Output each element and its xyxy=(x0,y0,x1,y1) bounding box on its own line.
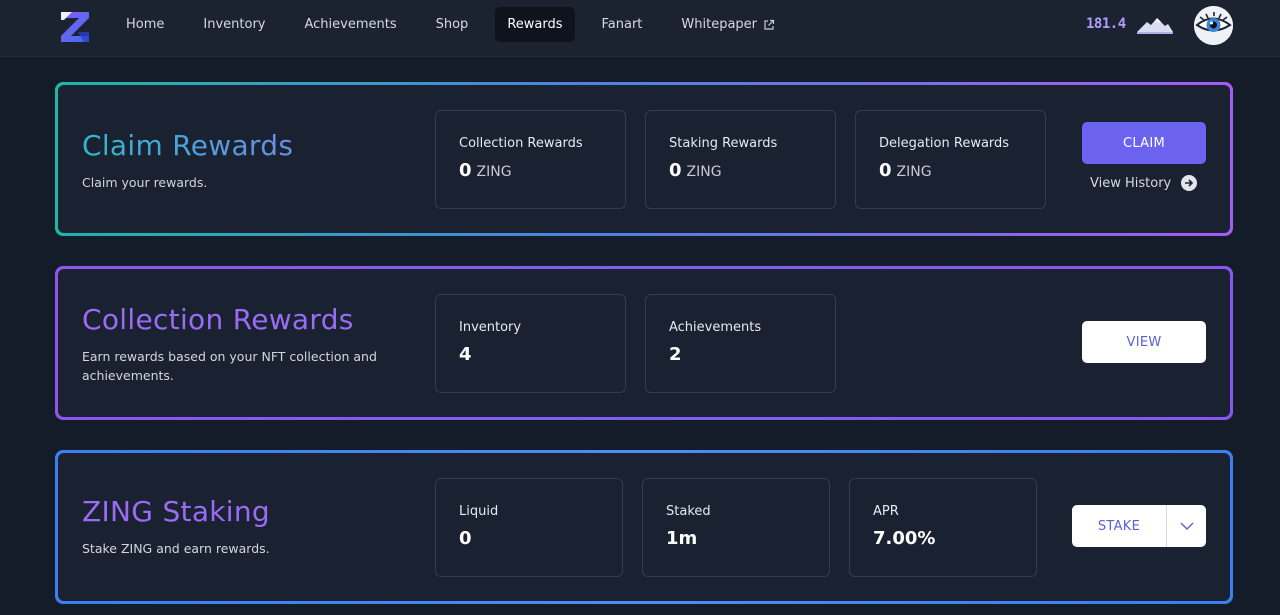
stat-number: 0 xyxy=(459,160,472,181)
nav-fanart-label: Fanart xyxy=(601,17,643,32)
view-button[interactable]: VIEW xyxy=(1082,321,1206,363)
claim-rewards-title: Claim Rewards xyxy=(82,129,294,162)
apr-stat: APR 7.00% xyxy=(849,478,1037,577)
claim-rewards-card: Claim Rewards Claim your rewards. Collec… xyxy=(55,82,1233,236)
stat-number: 0 xyxy=(669,160,682,181)
external-link-icon xyxy=(764,19,775,30)
achievements-stat: Achievements 2 xyxy=(645,294,836,393)
liquid-stat: Liquid 0 xyxy=(435,478,623,577)
nav-rewards-label: Rewards xyxy=(507,17,563,32)
stat-value: 0 xyxy=(459,528,472,549)
stat-label: Liquid xyxy=(459,504,499,519)
stat-unit: ZING xyxy=(476,164,512,180)
nav-achievements-label: Achievements xyxy=(304,17,397,32)
collection-rewards-card-body: Collection Rewards Earn rewards based on… xyxy=(58,269,1230,417)
stat-label: Delegation Rewards xyxy=(879,136,1010,151)
stat-label: Inventory xyxy=(459,320,522,335)
mountain-icon xyxy=(1137,18,1173,34)
zing-logo-icon[interactable] xyxy=(58,8,92,46)
stake-dropdown-toggle[interactable] xyxy=(1167,505,1206,547)
stat-label: Staking Rewards xyxy=(669,136,778,151)
nav-inventory[interactable]: Inventory xyxy=(191,7,277,42)
stat-label: APR xyxy=(873,504,899,519)
zing-staking-card: ZING Staking Stake ZING and earn rewards… xyxy=(55,450,1233,604)
nav-home-label: Home xyxy=(126,17,165,32)
stat-value: 7.00% xyxy=(873,528,936,549)
stat-value: 0 ZING xyxy=(459,160,512,181)
avatar[interactable] xyxy=(1194,6,1233,45)
nav-home[interactable]: Home xyxy=(114,7,176,42)
delegation-rewards-stat: Delegation Rewards 0 ZING xyxy=(855,110,1046,209)
chevron-down-icon xyxy=(1180,522,1193,530)
stake-button-group: STAKE xyxy=(1072,505,1206,547)
stat-value: 4 xyxy=(459,344,472,365)
zing-staking-title: ZING Staking xyxy=(82,495,271,528)
zing-staking-subtitle: Stake ZING and earn rewards. xyxy=(82,541,270,556)
nav-inventory-label: Inventory xyxy=(203,17,266,32)
collection-rewards-card: Collection Rewards Earn rewards based on… xyxy=(55,266,1233,420)
eye-avatar-icon xyxy=(1194,6,1233,45)
collection-rewards-title: Collection Rewards xyxy=(82,303,354,336)
stat-value: 2 xyxy=(669,344,682,365)
claim-rewards-subtitle: Claim your rewards. xyxy=(82,175,208,190)
nav-fanart[interactable]: Fanart xyxy=(590,7,655,42)
collection-rewards-stat: Collection Rewards 0 ZING xyxy=(435,110,626,209)
zing-staking-card-body: ZING Staking Stake ZING and earn rewards… xyxy=(58,453,1230,601)
stat-label: Staked xyxy=(666,504,711,519)
view-history-label: View History xyxy=(1090,175,1172,191)
nav-shop-label: Shop xyxy=(435,17,469,32)
zing-balance: 181.4 xyxy=(1086,16,1126,32)
stat-label: Achievements xyxy=(669,320,762,335)
claim-rewards-card-body: Claim Rewards Claim your rewards. Collec… xyxy=(58,85,1230,233)
stat-unit: ZING xyxy=(896,164,932,180)
stake-button[interactable]: STAKE xyxy=(1072,505,1166,547)
inventory-stat: Inventory 4 xyxy=(435,294,626,393)
stat-unit: ZING xyxy=(686,164,722,180)
collection-rewards-subtitle: Earn rewards based on your NFT collectio… xyxy=(82,349,377,383)
stat-value: 0 ZING xyxy=(879,160,932,181)
view-history-link[interactable]: View History xyxy=(1090,175,1198,191)
nav-shop[interactable]: Shop xyxy=(424,7,481,42)
stat-label: Collection Rewards xyxy=(459,136,583,151)
nav-rewards[interactable]: Rewards xyxy=(495,7,575,42)
claim-button[interactable]: CLAIM xyxy=(1082,122,1206,164)
stat-value: 0 ZING xyxy=(669,160,722,181)
nav-whitepaper-label: Whitepaper xyxy=(681,17,758,32)
stat-number: 0 xyxy=(879,160,892,181)
staking-rewards-stat: Staking Rewards 0 ZING xyxy=(645,110,836,209)
staked-stat: Staked 1m xyxy=(642,478,830,577)
top-nav: Home Inventory Achievements Shop Rewards… xyxy=(0,0,1280,57)
nav-achievements[interactable]: Achievements xyxy=(292,7,408,42)
stat-value: 1m xyxy=(666,528,698,549)
arrow-right-circle-icon xyxy=(1181,175,1198,191)
nav-menu: Home Inventory Achievements Shop Rewards… xyxy=(114,7,802,42)
nav-whitepaper[interactable]: Whitepaper xyxy=(669,7,787,42)
